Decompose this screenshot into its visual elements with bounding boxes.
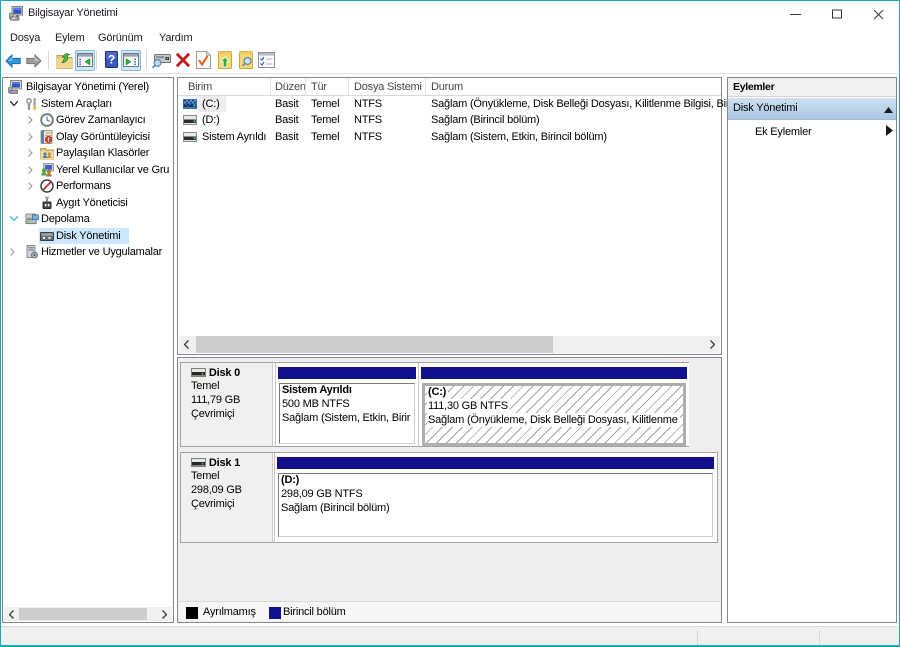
svg-text:?: ? xyxy=(108,53,115,67)
